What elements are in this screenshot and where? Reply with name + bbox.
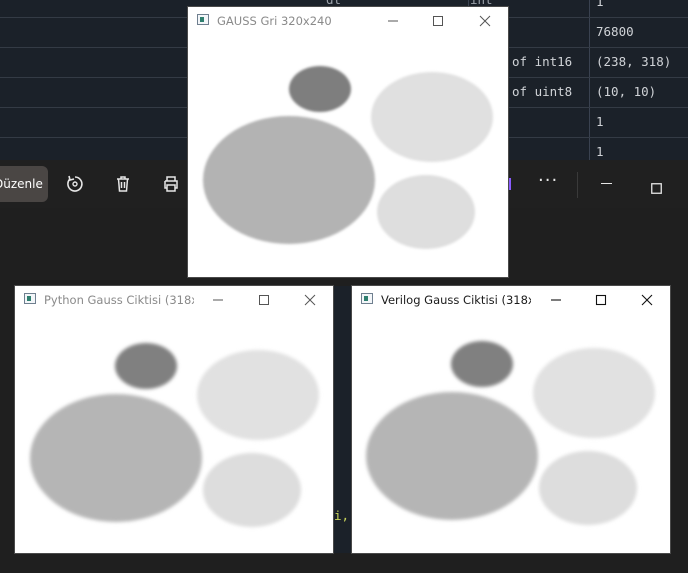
- table-cell-value: 1: [596, 0, 604, 9]
- rotate-icon[interactable]: [65, 174, 85, 194]
- window-titlebar[interactable]: GAUSS Gri 320x240: [188, 7, 508, 35]
- window-title: Python Gauss Ciktisi (318x...: [44, 293, 194, 307]
- gaussian-blob-small: [451, 341, 513, 387]
- python-gauss-window[interactable]: Python Gauss Ciktisi (318x...: [15, 286, 333, 553]
- maximize-icon[interactable]: [651, 179, 662, 198]
- gaussian-blob-small: [115, 343, 177, 389]
- window-titlebar[interactable]: Verilog Gauss Ciktisi (318x...: [352, 286, 670, 314]
- table-cell-value: 1: [596, 114, 604, 129]
- table-cell-value: 76800: [596, 24, 634, 39]
- maximize-icon[interactable]: [431, 14, 445, 28]
- maximize-icon[interactable]: [594, 293, 608, 307]
- code-fragment: i,: [334, 508, 350, 523]
- window-title: GAUSS Gri 320x240: [217, 14, 332, 28]
- minimize-icon[interactable]: [601, 183, 612, 184]
- gaussian-blob-large: [366, 392, 538, 520]
- image-viewer-app-icon: [361, 293, 373, 304]
- close-icon[interactable]: [478, 14, 492, 28]
- image-canvas: [188, 37, 508, 277]
- minimize-icon[interactable]: [549, 293, 563, 307]
- window-titlebar[interactable]: Python Gauss Ciktisi (318x...: [15, 286, 333, 314]
- gaussian-blob-top-right: [197, 350, 319, 440]
- print-icon[interactable]: [161, 174, 181, 194]
- close-icon[interactable]: [303, 293, 317, 307]
- gaussian-blob-bottom-right: [377, 175, 475, 249]
- gauss-gray-window[interactable]: GAUSS Gri 320x240: [188, 7, 508, 277]
- image-canvas: [352, 315, 670, 553]
- gaussian-blob-top-right: [371, 72, 493, 162]
- window-title: Verilog Gauss Ciktisi (318x...: [381, 293, 531, 307]
- table-cell-value: 1: [596, 144, 604, 159]
- delete-icon[interactable]: [113, 174, 133, 194]
- table-cell-type: of uint8: [512, 84, 573, 99]
- gaussian-blob-large: [203, 116, 375, 244]
- gaussian-blob-top-right: [533, 348, 655, 438]
- gaussian-blob-large: [30, 394, 202, 522]
- minimize-icon[interactable]: [386, 14, 400, 28]
- toolbar-divider: [577, 172, 578, 198]
- table-cell-value: (10, 10): [596, 84, 657, 99]
- image-viewer-app-icon: [24, 293, 36, 304]
- gaussian-blob-bottom-right: [539, 451, 637, 525]
- more-options-button[interactable]: ···: [538, 170, 558, 191]
- edit-button[interactable]: Düzenle: [0, 166, 48, 202]
- image-viewer-app-icon: [197, 14, 209, 25]
- gaussian-blob-small: [289, 66, 351, 112]
- minimize-icon[interactable]: [211, 293, 225, 307]
- gaussian-blob-bottom-right: [203, 453, 301, 527]
- verilog-gauss-window[interactable]: Verilog Gauss Ciktisi (318x...: [352, 286, 670, 553]
- table-cell-type: of int16: [512, 54, 573, 69]
- image-canvas: [15, 315, 333, 553]
- close-icon[interactable]: [640, 293, 654, 307]
- table-cell-value: (238, 318): [596, 54, 672, 69]
- maximize-icon[interactable]: [257, 293, 271, 307]
